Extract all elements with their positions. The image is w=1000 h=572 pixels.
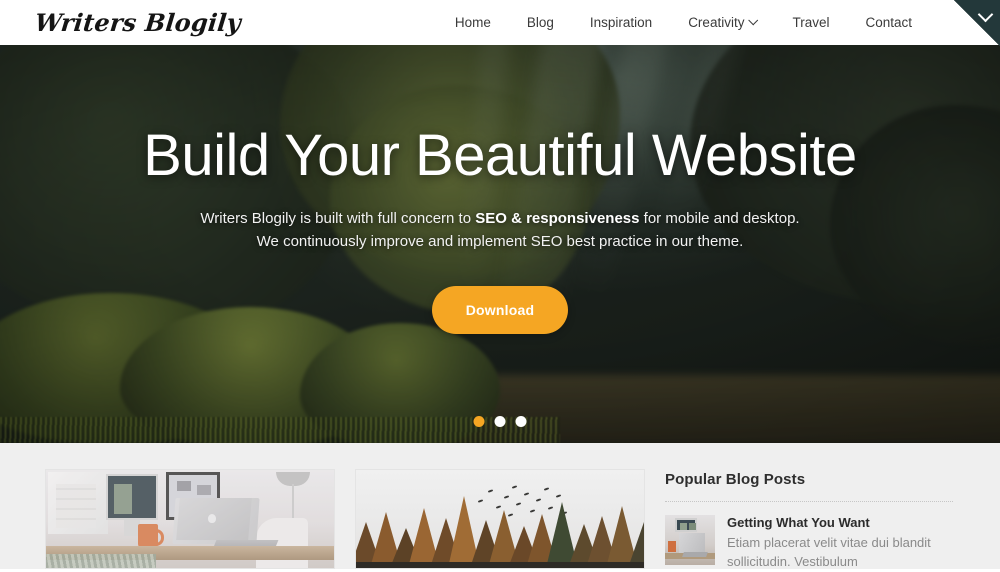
nav-item-blog[interactable]: Blog <box>509 15 572 30</box>
desk-workspace-image <box>46 470 334 568</box>
blog-card-2[interactable] <box>355 469 645 569</box>
corner-ribbon-triangle <box>954 0 1000 46</box>
hero-subtitle-highlight: SEO & responsiveness <box>475 210 640 227</box>
nav-item-label: Home <box>454 15 491 30</box>
nav-item-creativity[interactable]: Creativity <box>670 15 774 30</box>
nav-item-home[interactable]: Home <box>437 15 509 30</box>
nav-item-label: Creativity <box>688 15 745 30</box>
carousel-dot-2[interactable] <box>494 416 506 427</box>
nav-item-label: Contact <box>865 15 912 30</box>
site-logo[interactable]: Writers Blogily <box>33 8 242 37</box>
carousel-dot-3[interactable] <box>515 416 527 427</box>
nav-item-label: Travel <box>792 15 830 30</box>
post-title[interactable]: Getting What You Want <box>727 515 955 530</box>
nav-item-contact[interactable]: Contact <box>847 15 930 30</box>
popular-post-item[interactable]: Getting What You Want Etiam placerat vel… <box>665 515 955 572</box>
carousel-dot-1[interactable] <box>473 416 485 427</box>
hero-subtitle: Writers Blogily is built with full conce… <box>200 207 799 254</box>
carousel-dots <box>473 416 527 427</box>
autumn-forest-image <box>356 470 644 568</box>
sidebar-divider <box>665 501 953 502</box>
nav-item-label: Blog <box>526 15 554 30</box>
hero-subtitle-line2: We continuously improve and implement SE… <box>256 233 744 251</box>
hero-subtitle-line1-pre: Writers Blogily is built with full conce… <box>200 210 476 227</box>
post-excerpt: Etiam placerat velit vitae dui blandit s… <box>727 535 931 569</box>
post-thumbnail <box>665 515 715 565</box>
content-section: Popular Blog Posts Getting What You Want… <box>0 443 1000 569</box>
top-navigation-bar: Writers Blogily Home Blog Inspiration Cr… <box>0 0 1000 45</box>
nav-item-travel[interactable]: Travel <box>774 15 847 30</box>
hero-slider: Build Your Beautiful Website Writers Blo… <box>0 45 1000 443</box>
primary-nav: Home Blog Inspiration Creativity Travel … <box>437 15 930 30</box>
chevron-down-icon <box>748 15 759 26</box>
hero-title: Build Your Beautiful Website <box>143 123 857 188</box>
download-button[interactable]: Download <box>431 285 569 334</box>
popular-posts-sidebar: Popular Blog Posts Getting What You Want… <box>665 469 955 572</box>
sidebar-title: Popular Blog Posts <box>665 471 806 488</box>
nav-item-inspiration[interactable]: Inspiration <box>572 15 670 30</box>
nav-item-label: Inspiration <box>589 15 653 30</box>
blog-card-1[interactable] <box>45 469 335 569</box>
hero-content: Build Your Beautiful Website Writers Blo… <box>0 45 1000 443</box>
corner-panel-toggle[interactable] <box>954 0 1000 46</box>
hero-subtitle-line1-post: for mobile and desktop. <box>639 210 800 227</box>
